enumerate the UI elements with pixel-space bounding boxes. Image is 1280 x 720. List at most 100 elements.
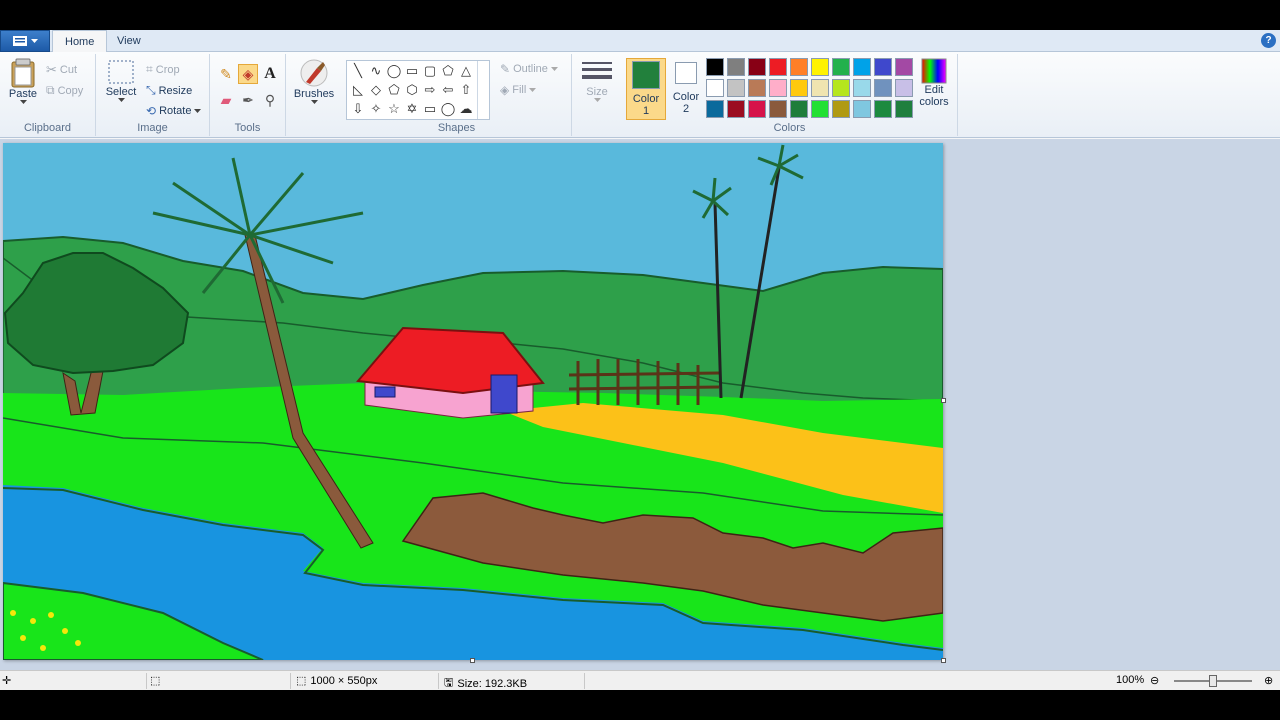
palette-swatch[interactable]	[706, 100, 724, 118]
color1-button[interactable]: Color 1	[626, 58, 666, 120]
palette-swatch[interactable]	[811, 79, 829, 97]
magnifier-tool[interactable]: ⚲	[260, 90, 280, 110]
rounded-rectangle-shape-icon[interactable]: ▢	[421, 62, 439, 80]
color-picker-tool[interactable]: ✒	[238, 90, 258, 110]
pencil-tool[interactable]: ✎	[216, 64, 236, 84]
palette-swatch[interactable]	[706, 58, 724, 76]
palette-swatch[interactable]	[769, 79, 787, 97]
palette-swatch[interactable]	[853, 58, 871, 76]
help-icon[interactable]: ?	[1261, 33, 1276, 48]
six-point-star-shape-icon[interactable]: ✡	[403, 100, 421, 118]
four-point-star-shape-icon[interactable]: ✧	[367, 100, 385, 118]
palette-swatch[interactable]	[895, 79, 913, 97]
crop-icon: ⌗	[146, 62, 153, 76]
palette-swatch[interactable]	[853, 100, 871, 118]
edit-colors-button[interactable]: Edit colors	[914, 58, 954, 108]
palette-swatch[interactable]	[769, 58, 787, 76]
image-group-label: Image	[137, 122, 168, 134]
zoom-slider-thumb[interactable]	[1209, 675, 1217, 687]
color2-button[interactable]: Color 2	[666, 58, 706, 120]
tab-view[interactable]: View	[105, 30, 153, 53]
file-size: 🖫 Size: 192.3KB	[444, 674, 527, 690]
palette-swatch[interactable]	[790, 58, 808, 76]
eraser-icon: ▰	[220, 91, 232, 108]
palette-swatch[interactable]	[811, 58, 829, 76]
up-arrow-shape-icon[interactable]: ⇧	[457, 81, 475, 99]
hexagon-shape-icon[interactable]: ⬡	[403, 81, 421, 99]
palette-swatch[interactable]	[748, 100, 766, 118]
text-tool[interactable]: A	[260, 64, 280, 84]
zoom-out-icon[interactable]: ⊖	[1150, 674, 1159, 687]
rotate-button[interactable]: ⟲ Rotate	[146, 104, 202, 118]
palette-swatch[interactable]	[895, 100, 913, 118]
palette-swatch[interactable]	[874, 100, 892, 118]
polygon-shape-icon[interactable]: ⬠	[439, 62, 457, 80]
tab-home[interactable]: Home	[52, 30, 108, 53]
five-point-star-shape-icon[interactable]: ☆	[385, 100, 403, 118]
rounded-callout-shape-icon[interactable]: ▭	[421, 100, 439, 118]
canvas-workspace	[0, 139, 1280, 670]
palette-swatch[interactable]	[874, 58, 892, 76]
curve-shape-icon[interactable]: ∿	[367, 62, 385, 80]
file-menu-button[interactable]	[0, 30, 50, 52]
palette-swatch[interactable]	[727, 79, 745, 97]
palette-swatch[interactable]	[748, 79, 766, 97]
drawing-canvas[interactable]	[2, 143, 944, 661]
palette-swatch[interactable]	[832, 79, 850, 97]
palette-swatch[interactable]	[769, 100, 787, 118]
zoom-in-icon[interactable]: ⊕	[1264, 674, 1273, 687]
rectangle-shape-icon[interactable]: ▭	[403, 62, 421, 80]
fill-button[interactable]: ◈ Fill	[500, 83, 537, 97]
house-door	[490, 374, 518, 414]
resize-button[interactable]: ⤡ Resize	[146, 83, 192, 98]
fill-tool[interactable]: ◈	[238, 64, 258, 84]
oval-callout-shape-icon[interactable]: ◯	[439, 100, 457, 118]
crop-button[interactable]: ⌗ Crop	[146, 62, 180, 77]
size-button[interactable]: Size	[580, 60, 614, 103]
resize-handle-bottom[interactable]	[470, 658, 475, 663]
palette-swatch[interactable]	[727, 100, 745, 118]
palette-swatch[interactable]	[790, 79, 808, 97]
line-shape-icon[interactable]: ╲	[349, 62, 367, 80]
palette-swatch[interactable]	[811, 100, 829, 118]
palette-swatch[interactable]	[727, 58, 745, 76]
oval-shape-icon[interactable]: ◯	[385, 62, 403, 80]
palette-swatch[interactable]	[706, 79, 724, 97]
palette-swatch[interactable]	[853, 79, 871, 97]
eraser-tool[interactable]: ▰	[216, 90, 236, 110]
brushes-group: Brushes	[286, 54, 342, 136]
down-arrow-shape-icon[interactable]: ⇩	[349, 100, 367, 118]
palette-swatch[interactable]	[832, 58, 850, 76]
resize-handle-right[interactable]	[941, 398, 946, 403]
palette-swatch[interactable]	[748, 58, 766, 76]
zoom-slider[interactable]	[1174, 675, 1252, 687]
diamond-shape-icon[interactable]: ◇	[367, 81, 385, 99]
right-arrow-shape-icon[interactable]: ⇨	[421, 81, 439, 99]
outline-button[interactable]: ✎ Outline	[500, 62, 558, 76]
brushes-button[interactable]: Brushes	[294, 58, 334, 105]
edit-colors-label: Edit	[924, 84, 944, 96]
pentagon-shape-icon[interactable]: ⬠	[385, 81, 403, 99]
palette-swatch[interactable]	[895, 58, 913, 76]
ribbon-tab-bar: Home View ?	[0, 30, 1280, 53]
triangle-shape-icon[interactable]: △	[457, 62, 475, 80]
left-arrow-shape-icon[interactable]: ⇦	[439, 81, 457, 99]
cloud-callout-shape-icon[interactable]: ☁	[457, 100, 475, 118]
color-palette	[706, 58, 916, 120]
palette-swatch[interactable]	[790, 100, 808, 118]
paste-button[interactable]: Paste	[6, 58, 40, 105]
copy-button[interactable]: ⧉ Copy	[46, 83, 83, 98]
resize-handle-corner[interactable]	[941, 658, 946, 663]
select-button[interactable]: Select	[104, 58, 138, 103]
size-label: Size	[586, 86, 608, 98]
palette-swatch[interactable]	[874, 79, 892, 97]
right-triangle-shape-icon[interactable]: ◺	[349, 81, 367, 99]
zoom-level: 100%	[1116, 674, 1145, 686]
crop-label: Crop	[155, 63, 180, 76]
chevron-down-icon	[310, 100, 318, 104]
cut-button[interactable]: ✂ Cut	[46, 62, 77, 78]
palette-swatch[interactable]	[832, 100, 850, 118]
shapes-scrollbar[interactable]	[477, 61, 489, 119]
colors-group: Color 1 Color 2 Edit colors Colors	[622, 54, 958, 136]
status-bar: ✛ ⬚ ⬚ 1000 × 550px 🖫 Size: 192.3KB 100% …	[0, 670, 1280, 690]
